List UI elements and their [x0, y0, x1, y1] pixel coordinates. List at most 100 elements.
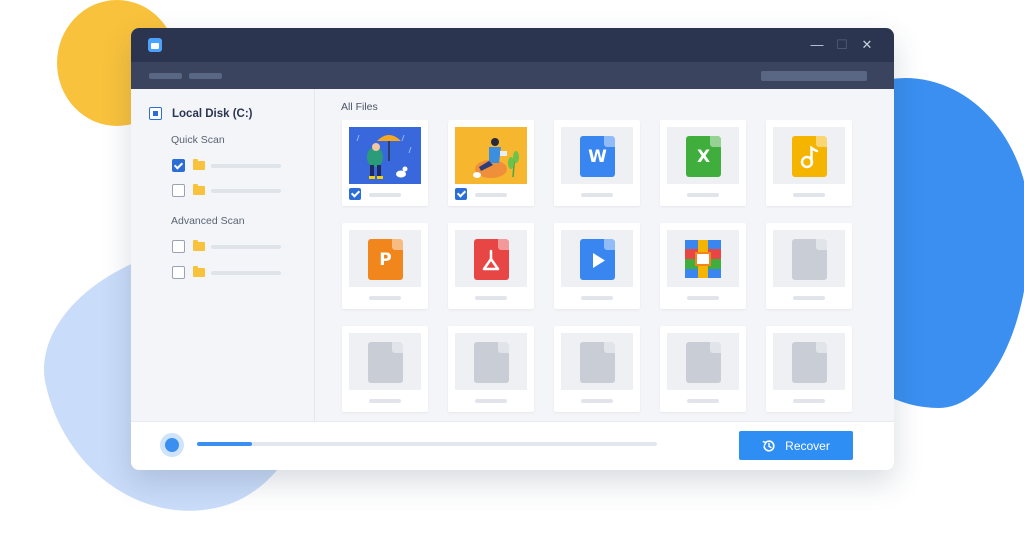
file-card-generic[interactable]	[342, 326, 428, 412]
file-card-video[interactable]	[554, 223, 640, 309]
file-card-archive[interactable]	[660, 223, 746, 309]
scan-progress-fill	[197, 442, 253, 446]
video-file-icon	[580, 239, 615, 280]
folder-name-placeholder	[211, 163, 281, 168]
word-document-icon: W	[580, 136, 615, 177]
file-thumbnail: X	[667, 127, 739, 184]
folder-icon	[193, 184, 205, 195]
generic-file-icon	[792, 239, 827, 280]
search-box-placeholder[interactable]	[761, 71, 867, 81]
file-card-generic[interactable]	[448, 326, 534, 412]
umbrella-photo-icon	[349, 127, 421, 184]
recover-button[interactable]: Recover	[739, 431, 853, 460]
quick-scan-folder-row[interactable]	[172, 184, 281, 197]
file-card-generic[interactable]	[766, 223, 852, 309]
file-name-placeholder	[581, 399, 613, 403]
file-name-placeholder	[369, 193, 401, 197]
file-thumbnail	[455, 230, 527, 287]
file-card-generic[interactable]	[554, 326, 640, 412]
person-sitting-photo-icon	[455, 127, 527, 184]
advanced-scan-folder-row[interactable]	[172, 240, 281, 253]
file-card-photo[interactable]	[448, 120, 534, 206]
file-card-generic[interactable]	[660, 326, 746, 412]
app-window: — ☐ ✕ Local Disk (C:) Quick Scan Advance…	[131, 28, 894, 470]
file-name-placeholder	[369, 296, 401, 300]
audio-file-icon	[792, 136, 827, 177]
app-logo-icon	[148, 38, 162, 52]
sidebar: Local Disk (C:) Quick Scan Advanced Scan	[131, 89, 315, 421]
close-icon[interactable]: ✕	[859, 37, 875, 53]
folder-name-placeholder	[211, 244, 281, 249]
toolbar-item-placeholder[interactable]	[189, 73, 222, 79]
toolbar-item-placeholder[interactable]	[149, 73, 182, 79]
advanced-scan-label: Advanced Scan	[171, 215, 245, 227]
maximize-icon[interactable]: ☐	[834, 37, 850, 53]
folder-icon	[193, 240, 205, 251]
photo-thumbnail	[455, 127, 527, 184]
file-name-placeholder	[793, 399, 825, 403]
file-thumbnail	[561, 333, 633, 390]
file-name-placeholder	[793, 193, 825, 197]
file-name-placeholder	[475, 399, 507, 403]
file-name-placeholder	[687, 193, 719, 197]
powerpoint-document-icon: P	[368, 239, 403, 280]
photo-thumbnail	[349, 127, 421, 184]
file-name-placeholder	[475, 193, 507, 197]
folder-checkbox[interactable]	[172, 159, 185, 172]
file-name-placeholder	[581, 193, 613, 197]
file-name-placeholder	[475, 296, 507, 300]
file-name-placeholder	[369, 399, 401, 403]
file-card-pdf[interactable]	[448, 223, 534, 309]
folder-name-placeholder	[211, 188, 281, 193]
generic-file-icon	[368, 342, 403, 383]
file-thumbnail: P	[349, 230, 421, 287]
recover-label: Recover	[785, 438, 830, 453]
quick-scan-folder-row[interactable]	[172, 159, 281, 172]
toolbar	[131, 62, 894, 89]
title-bar: — ☐ ✕	[131, 28, 894, 62]
folder-checkbox[interactable]	[172, 266, 185, 279]
folder-checkbox[interactable]	[172, 184, 185, 197]
file-card-powerpoint[interactable]: P	[342, 223, 428, 309]
all-files-heading: All Files	[341, 101, 378, 113]
quick-scan-label: Quick Scan	[171, 134, 225, 146]
folder-name-placeholder	[211, 270, 281, 275]
folder-icon	[193, 266, 205, 277]
generic-file-icon	[686, 342, 721, 383]
file-card-generic[interactable]	[766, 326, 852, 412]
advanced-scan-folder-row[interactable]	[172, 266, 281, 279]
file-thumbnail: W	[561, 127, 633, 184]
file-card-excel[interactable]: X	[660, 120, 746, 206]
excel-document-icon: X	[686, 136, 721, 177]
pdf-document-icon	[474, 239, 509, 280]
generic-file-icon	[792, 342, 827, 383]
file-browser: All Files W X P	[315, 89, 894, 421]
generic-file-icon	[474, 342, 509, 383]
folder-checkbox[interactable]	[172, 240, 185, 253]
file-name-placeholder	[581, 296, 613, 300]
file-thumbnail	[455, 333, 527, 390]
file-thumbnail	[667, 230, 739, 287]
footer-bar: Recover	[131, 421, 894, 470]
file-thumbnail	[667, 333, 739, 390]
minimize-icon[interactable]: —	[809, 37, 825, 53]
disk-checkbox[interactable]	[149, 107, 162, 120]
local-disk-item[interactable]: Local Disk (C:)	[149, 107, 253, 120]
file-card-word[interactable]: W	[554, 120, 640, 206]
file-checkbox[interactable]	[455, 188, 467, 200]
file-thumbnail	[773, 230, 845, 287]
scan-status-icon	[160, 433, 184, 457]
file-card-audio[interactable]	[766, 120, 852, 206]
file-name-placeholder	[687, 296, 719, 300]
file-checkbox[interactable]	[349, 188, 361, 200]
disk-label: Local Disk (C:)	[172, 107, 253, 120]
file-card-photo[interactable]	[342, 120, 428, 206]
file-thumbnail	[773, 333, 845, 390]
folder-icon	[193, 159, 205, 170]
file-thumbnail	[561, 230, 633, 287]
scan-progress-bar	[197, 442, 657, 446]
file-thumbnail	[773, 127, 845, 184]
generic-file-icon	[580, 342, 615, 383]
file-thumbnail	[349, 333, 421, 390]
history-icon	[762, 439, 775, 452]
